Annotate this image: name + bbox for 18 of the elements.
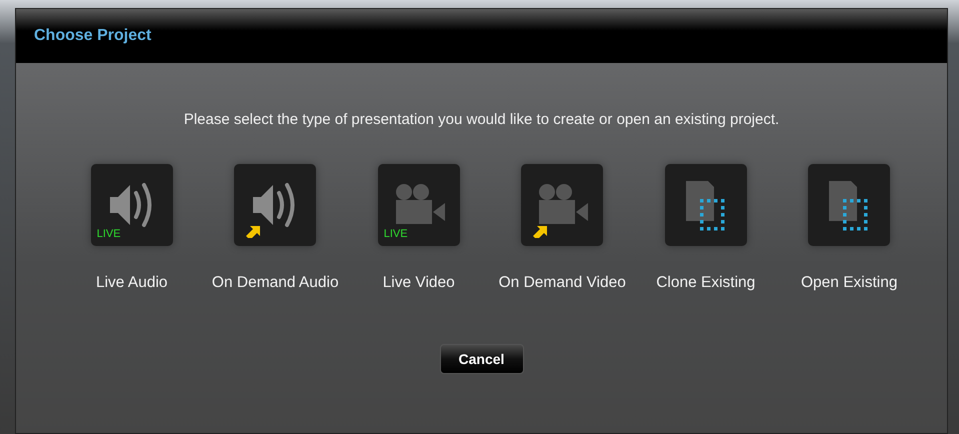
option-label[interactable]: Live Audio — [96, 274, 168, 292]
cancel-button[interactable]: Cancel — [440, 344, 524, 374]
option-label[interactable]: On Demand Video — [498, 274, 626, 292]
video-camera-icon — [536, 183, 588, 227]
option-label[interactable]: Open Existing — [801, 274, 898, 292]
live-label: LIVE — [96, 228, 121, 240]
option-tile[interactable] — [521, 164, 604, 246]
option-tile[interactable] — [234, 164, 316, 246]
option-tile[interactable]: LIVE — [90, 164, 173, 246]
dialog-title: Choose Project — [34, 27, 152, 44]
option-tile[interactable] — [664, 164, 747, 246]
live-label: LIVE — [384, 228, 408, 240]
option-tile[interactable]: LIVE — [378, 164, 460, 246]
option-label[interactable]: Live Video — [382, 274, 455, 292]
option-tile[interactable] — [808, 164, 890, 246]
option-label[interactable]: On Demand Audio — [212, 274, 339, 292]
instruction-text: Please select the type of presentation you would like to create or open an existing project. — [184, 111, 780, 128]
option-label[interactable]: Clone Existing — [656, 274, 756, 292]
